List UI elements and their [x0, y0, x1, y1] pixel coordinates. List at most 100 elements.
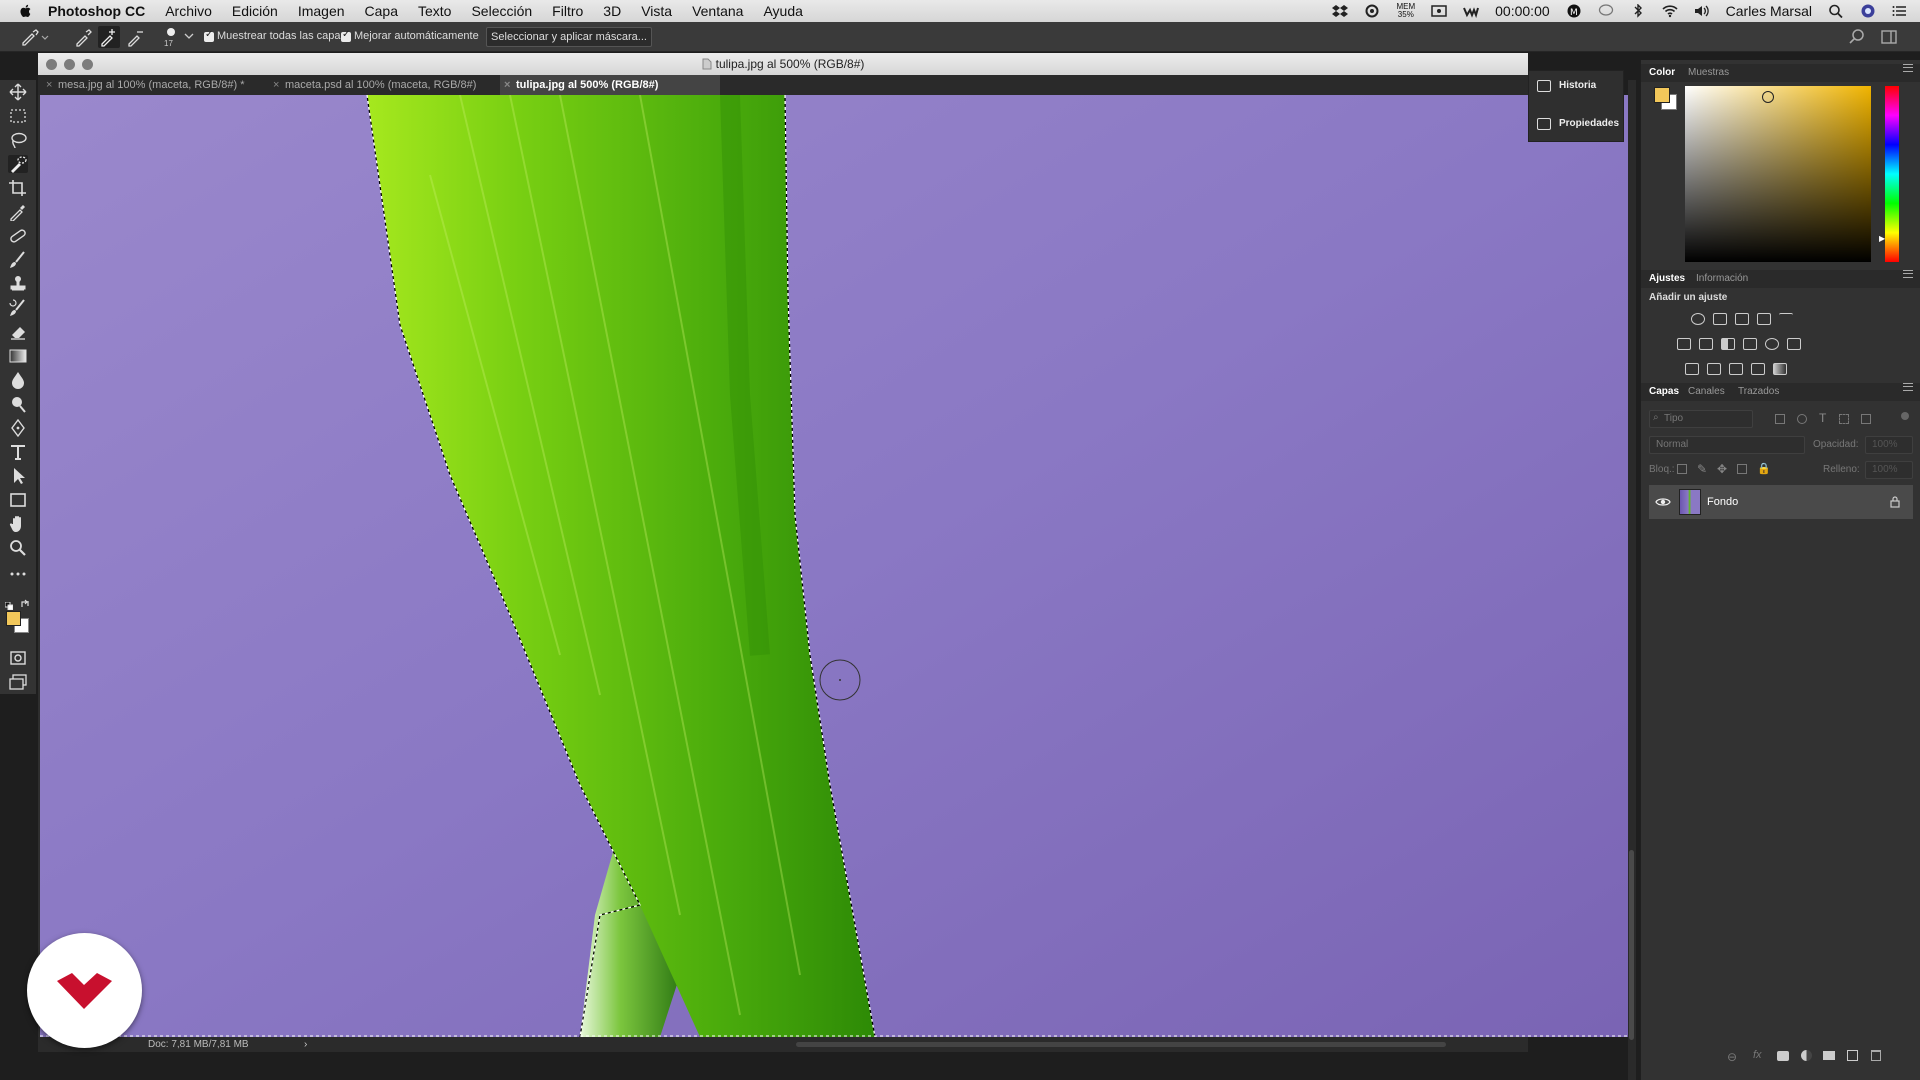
tab-canales[interactable]: Canales: [1688, 383, 1725, 401]
pen-tool-icon[interactable]: [8, 418, 28, 438]
horizontal-scrollbar[interactable]: [796, 1042, 1446, 1047]
layer-name[interactable]: Fondo: [1707, 496, 1738, 508]
chat-bubble-icon[interactable]: [1598, 4, 1614, 18]
dropbox-icon[interactable]: [1332, 4, 1349, 18]
default-colors-icon[interactable]: [4, 597, 14, 611]
layer-thumbnail[interactable]: [1679, 489, 1701, 515]
filter-toggle-icon[interactable]: [1901, 412, 1909, 420]
tab-muestras[interactable]: Muestras: [1688, 64, 1729, 82]
tab-tulipa[interactable]: × tulipa.jpg al 500% (RGB/8#): [500, 75, 720, 95]
wifi-icon[interactable]: [1662, 4, 1678, 18]
channel-mixer-icon[interactable]: [1765, 338, 1779, 350]
lock-position-icon[interactable]: ✥: [1717, 462, 1727, 476]
close-window-button[interactable]: [46, 59, 57, 70]
menu-texto[interactable]: Texto: [418, 3, 451, 19]
dodge-tool-icon[interactable]: [8, 395, 28, 413]
document-size-info[interactable]: Doc: 7,81 MB/7,81 MB: [148, 1037, 249, 1052]
brush-tool-icon[interactable]: [8, 251, 28, 269]
new-group-icon[interactable]: [1823, 1051, 1835, 1060]
opacity-input[interactable]: 100%: [1865, 436, 1913, 454]
close-tab-icon[interactable]: ×: [46, 75, 52, 95]
filter-smart-object-icon[interactable]: [1861, 414, 1871, 424]
zoom-tool-icon[interactable]: [8, 539, 28, 557]
brightness-contrast-icon[interactable]: [1691, 313, 1705, 325]
document-titlebar[interactable]: tulipa.jpg al 500% (RGB/8#): [38, 53, 1528, 75]
menu-ventana[interactable]: Ventana: [692, 3, 743, 19]
selective-color-icon[interactable]: [1751, 363, 1765, 375]
color-picker-cursor[interactable]: [1762, 91, 1774, 103]
volume-icon[interactable]: [1694, 4, 1710, 18]
screen-mode-icon[interactable]: [8, 673, 28, 691]
panel-menu-icon[interactable]: [1903, 270, 1913, 278]
bluetooth-icon[interactable]: [1630, 4, 1646, 18]
gradient-tool-icon[interactable]: [8, 347, 28, 365]
filter-adjustment-layer-icon[interactable]: [1797, 414, 1807, 424]
filter-shape-layer-icon[interactable]: [1839, 414, 1849, 424]
screen-record-icon[interactable]: [1431, 4, 1447, 18]
tab-informacion[interactable]: Información: [1696, 270, 1748, 288]
chevron-down-icon[interactable]: [184, 32, 194, 40]
more-tools-icon[interactable]: [8, 565, 28, 583]
color-balance-icon[interactable]: [1699, 338, 1713, 350]
black-white-icon[interactable]: [1721, 338, 1735, 350]
menu-status-m-icon[interactable]: M: [1566, 4, 1582, 18]
swap-colors-icon[interactable]: [20, 596, 30, 607]
new-selection-brush-icon[interactable]: [74, 27, 94, 47]
tab-mesa[interactable]: × mesa.jpg al 100% (maceta, RGB/8#) *: [42, 75, 268, 95]
vertical-scrollbar[interactable]: [1628, 80, 1636, 1080]
levels-icon[interactable]: [1713, 313, 1727, 325]
menu-filtro[interactable]: Filtro: [552, 3, 583, 19]
menu-ayuda[interactable]: Ayuda: [763, 3, 802, 19]
panel-menu-icon[interactable]: [1903, 383, 1913, 391]
layer-row-fondo[interactable]: Fondo: [1649, 485, 1913, 519]
add-to-selection-brush-icon[interactable]: [98, 26, 120, 48]
layer-filter-select[interactable]: Tipo: [1649, 410, 1753, 428]
invert-icon[interactable]: [1685, 363, 1699, 375]
hue-saturation-icon[interactable]: [1677, 338, 1691, 350]
menu-capa[interactable]: Capa: [365, 3, 398, 19]
type-tool-icon[interactable]: [8, 443, 28, 461]
curves-icon[interactable]: [1735, 313, 1749, 325]
foreground-color-swatch[interactable]: [6, 611, 21, 626]
color-lookup-icon[interactable]: [1787, 338, 1801, 350]
tab-color[interactable]: Color: [1649, 64, 1675, 82]
add-mask-icon[interactable]: [1777, 1051, 1789, 1061]
auto-enhance-checkbox[interactable]: [341, 29, 351, 42]
path-selection-tool-icon[interactable]: [8, 467, 28, 485]
rectangle-tool-icon[interactable]: [8, 491, 28, 509]
chevron-right-icon[interactable]: ›: [304, 1037, 307, 1052]
hue-slider-pointer-icon[interactable]: ▶: [1879, 234, 1885, 243]
subtract-selection-brush-icon[interactable]: [126, 27, 146, 47]
menu-archivo[interactable]: Archivo: [165, 3, 212, 19]
healing-brush-tool-icon[interactable]: [8, 227, 28, 245]
panel-menu-icon[interactable]: [1903, 64, 1913, 72]
blur-tool-icon[interactable]: [8, 371, 28, 389]
eraser-tool-icon[interactable]: [8, 323, 28, 341]
properties-panel-button[interactable]: Propiedades: [1537, 113, 1619, 135]
posterize-icon[interactable]: [1707, 363, 1721, 375]
quick-selection-tool-icon[interactable]: [8, 155, 28, 173]
exposure-icon[interactable]: [1757, 313, 1771, 325]
workspace-switcher-icon[interactable]: [1880, 28, 1898, 46]
filter-type-layer-icon[interactable]: T: [1819, 411, 1826, 425]
eyedropper-tool-icon[interactable]: [8, 203, 28, 222]
tab-capas[interactable]: Capas: [1649, 383, 1679, 401]
layer-lock-icon[interactable]: [1889, 495, 1901, 508]
history-panel-button[interactable]: Historia: [1537, 75, 1596, 97]
user-name[interactable]: Carles Marsal: [1726, 3, 1812, 19]
filter-pixel-layer-icon[interactable]: [1775, 414, 1785, 424]
brush-tip-icon[interactable]: [164, 26, 178, 38]
crop-tool-icon[interactable]: [8, 179, 28, 197]
sample-all-layers-checkbox[interactable]: [204, 29, 214, 42]
menu-seleccion[interactable]: Selección: [471, 3, 532, 19]
zoom-window-button[interactable]: [82, 59, 93, 70]
lock-all-icon[interactable]: 🔒: [1757, 462, 1771, 475]
apple-logo-icon[interactable]: [18, 3, 34, 19]
gradient-map-icon[interactable]: [1773, 363, 1787, 375]
tulip-stem-image[interactable]: [40, 95, 1628, 1037]
vertical-scroll-thumb[interactable]: [1629, 850, 1634, 1040]
move-tool-icon[interactable]: [8, 83, 28, 101]
color-picker-field[interactable]: [1685, 86, 1871, 262]
image-canvas[interactable]: [40, 95, 1628, 1037]
document-proxy-icon[interactable]: [702, 58, 712, 70]
